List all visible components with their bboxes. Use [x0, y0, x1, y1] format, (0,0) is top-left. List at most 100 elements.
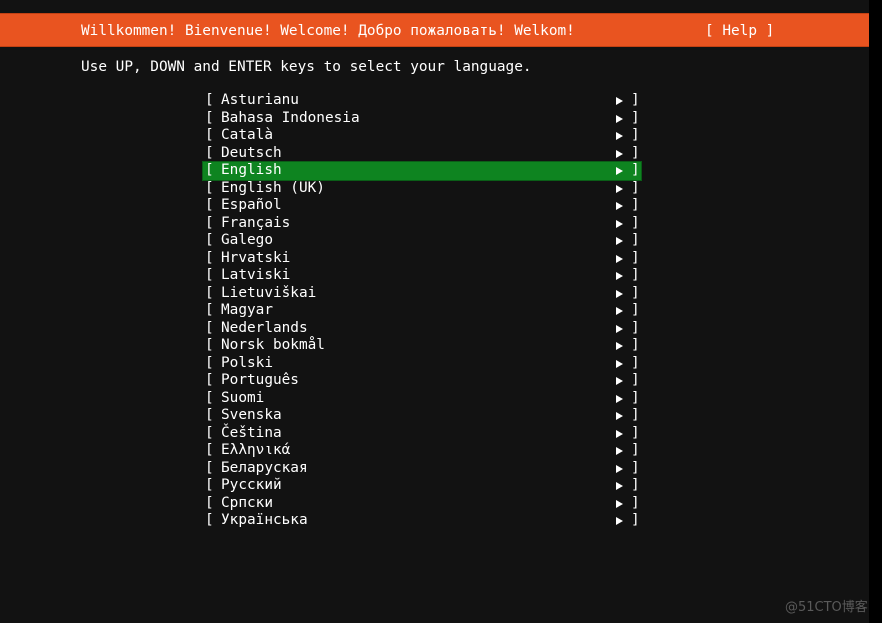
language-label: English (UK)	[221, 179, 325, 196]
right-arrow-icon	[616, 499, 623, 508]
right-arrow-icon	[616, 289, 623, 298]
bracket-right: ]	[631, 197, 640, 213]
watermark: @51CTO博客	[785, 600, 868, 615]
bracket-right: ]	[631, 162, 640, 178]
bracket-left: [	[205, 319, 214, 336]
bracket-left: [	[205, 389, 214, 406]
language-label: Asturianu	[221, 92, 299, 108]
right-arrow-icon	[616, 219, 623, 228]
bracket-left: [	[205, 354, 214, 371]
right-arrow-icon	[616, 482, 623, 490]
bracket-right: ]	[631, 389, 640, 406]
language-option[interactable]: [English (UK)]	[203, 180, 641, 198]
language-option[interactable]: [Lietuviškai]	[203, 285, 641, 303]
bracket-right: ]	[631, 512, 640, 528]
language-option[interactable]: [ Norsk bokmål]	[203, 337, 641, 355]
language-option[interactable]: [Српски]	[203, 495, 641, 513]
right-arrow-icon	[616, 377, 623, 385]
right-arrow-icon	[616, 167, 623, 175]
language-label: Galego	[221, 232, 273, 248]
language-option[interactable]: [Čeština]	[203, 425, 641, 443]
language-option[interactable]: [Беларуская]	[203, 460, 641, 478]
bracket-right: ]	[631, 109, 640, 126]
language-option[interactable]: [Svenska]	[203, 407, 641, 425]
language-option[interactable]: [Українська]	[203, 512, 641, 530]
help-button[interactable]: [ Help ]	[705, 14, 774, 48]
right-arrow-icon	[616, 202, 623, 210]
language-option[interactable]: [Русский]	[203, 477, 641, 495]
language-option[interactable]: [ Polski]	[203, 355, 641, 373]
welcome-title: Willkommen! Bienvenue! Welcome! Добро по…	[81, 23, 575, 39]
language-option[interactable]: [Français]	[203, 215, 641, 233]
right-arrow-icon	[616, 429, 623, 438]
language-option[interactable]: [Asturianu]	[203, 92, 641, 110]
bracket-right: ]	[631, 442, 640, 458]
bracket-left: [	[205, 232, 214, 248]
language-label: Ελληνικά	[221, 442, 291, 458]
bracket-left: [	[205, 284, 214, 301]
language-option[interactable]: [ Galego]	[203, 232, 641, 250]
language-option[interactable]: [ Ελληνικά]	[203, 442, 641, 460]
language-label: Norsk bokmål	[221, 337, 325, 353]
language-option[interactable]: [Español]	[203, 197, 641, 215]
right-arrow-icon	[616, 447, 623, 455]
language-label: Català	[221, 127, 273, 143]
right-arrow-icon	[616, 359, 623, 368]
bracket-left: [	[205, 92, 214, 108]
language-option[interactable]: [Català]	[203, 127, 641, 145]
bracket-left: [	[205, 494, 214, 511]
right-arrow-icon	[616, 342, 623, 350]
right-arrow-icon	[616, 272, 623, 280]
language-label: Latviski	[221, 267, 291, 283]
language-option[interactable]: [ Nederlands]	[203, 320, 641, 338]
right-arrow-icon	[616, 114, 623, 123]
right-arrow-icon	[616, 307, 623, 315]
language-label: Українська	[221, 512, 308, 528]
bracket-left: [	[205, 109, 214, 126]
language-option[interactable]: [Deutsch]	[203, 145, 641, 163]
bracket-right: ]	[631, 284, 640, 301]
installer-screen: Willkommen! Bienvenue! Welcome! Добро по…	[0, 0, 869, 623]
language-label: English	[221, 162, 282, 178]
bracket-right: ]	[631, 477, 640, 493]
language-option[interactable]: [ English]	[202, 161, 642, 181]
bracket-right: ]	[631, 459, 640, 476]
bracket-left: [	[205, 179, 214, 196]
language-option[interactable]: [Bahasa Indonesia]	[203, 110, 641, 128]
bracket-right: ]	[631, 232, 640, 248]
instructions-text: Use UP, DOWN and ENTER keys to select yo…	[81, 59, 532, 75]
bracket-right: ]	[631, 319, 640, 336]
language-label: Polski	[221, 354, 273, 371]
bracket-left: [	[205, 214, 214, 231]
language-option[interactable]: [Português]	[203, 372, 641, 390]
bracket-left: [	[205, 162, 214, 178]
bracket-left: [	[205, 144, 214, 161]
language-option[interactable]: [ Suomi]	[203, 390, 641, 408]
language-label: Suomi	[221, 389, 265, 406]
right-arrow-icon	[616, 184, 623, 193]
header-bar: Willkommen! Bienvenue! Welcome! Добро по…	[0, 13, 869, 47]
right-arrow-icon	[616, 464, 623, 473]
bracket-right: ]	[631, 354, 640, 371]
bracket-right: ]	[631, 337, 640, 353]
language-label: Español	[221, 197, 282, 213]
language-label: Nederlands	[221, 319, 308, 336]
language-list: [Asturianu] [Bahasa Indonesia] [Català] [De…	[202, 92, 642, 530]
language-label: Hrvatski	[221, 249, 291, 266]
bracket-right: ]	[631, 302, 640, 318]
language-option[interactable]: [Hrvatski]	[203, 250, 641, 268]
bracket-left: [	[205, 337, 214, 353]
right-arrow-icon	[616, 254, 623, 263]
language-label: Deutsch	[221, 144, 282, 161]
right-arrow-icon	[616, 324, 623, 333]
bracket-right: ]	[631, 494, 640, 511]
language-label: Português	[221, 372, 299, 388]
language-label: Magyar	[221, 302, 273, 318]
right-arrow-icon	[616, 97, 623, 105]
bracket-left: [	[205, 127, 214, 143]
bracket-right: ]	[631, 372, 640, 388]
language-option[interactable]: [Latviski]	[203, 267, 641, 285]
language-option[interactable]: [Magyar]	[203, 302, 641, 320]
bracket-left: [	[205, 442, 214, 458]
bracket-left: [	[205, 249, 214, 266]
